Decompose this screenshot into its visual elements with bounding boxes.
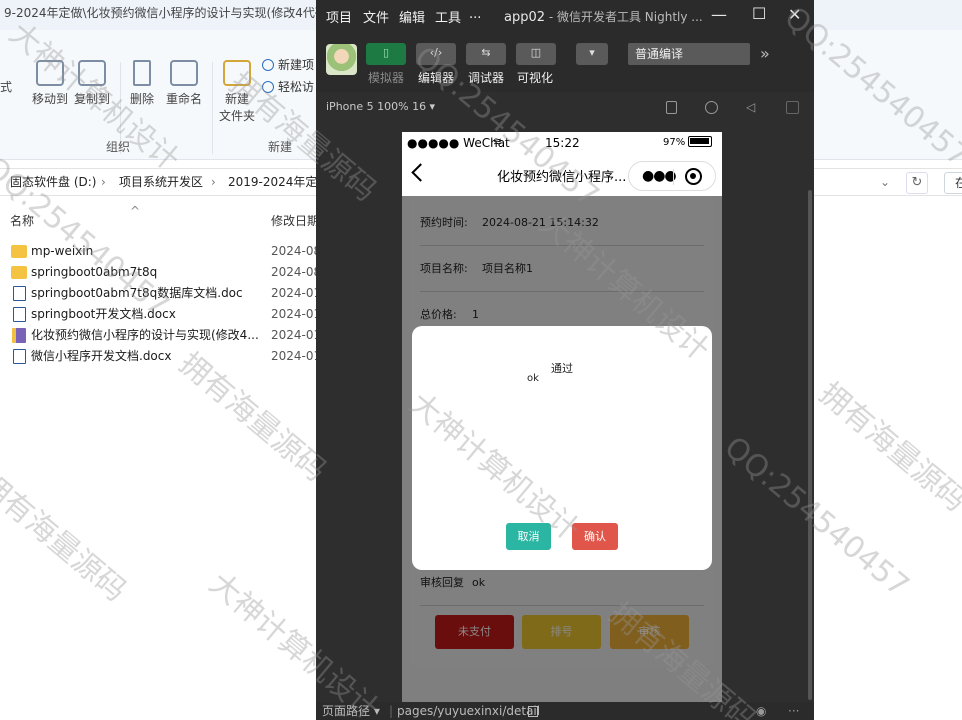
copy-to-icon [78, 60, 106, 86]
cancel-button[interactable]: 取消 [506, 523, 551, 550]
clock: 15:22 [545, 136, 580, 150]
more-dots-icon[interactable]: ●●● [642, 168, 677, 184]
new-folder-icon [223, 60, 251, 86]
back-arrow-icon[interactable] [411, 163, 430, 182]
status-bar: ●●●●● WeChat ≋ 15:22 97% [402, 132, 722, 154]
easy-access-icon [262, 81, 274, 93]
archive-icon [12, 328, 26, 343]
breadcrumb-drive[interactable]: 固态软件盘 (D:) [10, 169, 96, 195]
review-modal: 通过 ok 取消 确认 [412, 326, 712, 570]
app-title: app02 - 微信开发者工具 Nightly ... [504, 10, 703, 25]
menu-project[interactable]: 项目 [326, 7, 352, 26]
field-row: 预约时间: 2024-08-21 15:14:32 [420, 200, 704, 246]
more-icon[interactable]: » [760, 44, 770, 63]
page-title: 化妆预约微信小程序... [497, 170, 627, 185]
debugger-button[interactable]: ⇆ [466, 43, 506, 65]
folder-icon [11, 266, 27, 279]
menu-file[interactable]: 文件 [363, 7, 389, 26]
word-doc-icon [13, 349, 26, 364]
capsule-menu[interactable]: ●●● [628, 161, 716, 191]
delete-button[interactable]: 删除 [128, 60, 156, 107]
simulator-button[interactable]: ▯ [366, 43, 406, 65]
new-item-button[interactable]: 新建项 [262, 56, 314, 73]
word-doc-icon [13, 286, 26, 301]
minimize-icon[interactable]: — [711, 5, 727, 24]
maximize-icon[interactable]: ☐ [752, 4, 766, 23]
menu-more[interactable]: ... [469, 7, 481, 22]
visual-button[interactable]: ◫ [516, 43, 556, 65]
page-path-label[interactable]: 页面路径 ▾ [322, 702, 380, 720]
phone-icon[interactable] [666, 101, 677, 114]
battery-icon [688, 136, 712, 147]
move-to-icon [36, 60, 64, 86]
battery-percent: 97% [663, 137, 686, 148]
folder-icon [11, 245, 27, 258]
word-doc-icon [13, 307, 26, 322]
debugger-label: 调试器 [468, 71, 505, 85]
simulator-label: 模拟器 [368, 71, 405, 85]
group-organize-label: 组织 [106, 140, 131, 154]
field-row: 项目名称: 项目名称1 [420, 246, 704, 292]
scrollbar[interactable] [808, 190, 812, 700]
unpaid-button[interactable]: 未支付 [435, 615, 514, 649]
editor-label: 编辑器 [418, 71, 455, 85]
eye-icon[interactable]: ◉ [756, 702, 766, 720]
more-icon[interactable]: ··· [788, 702, 799, 720]
menu-edit[interactable]: 编辑 [399, 7, 425, 26]
simulator-subbar: iPhone 5 100% 16 ▾ ◁ [316, 96, 814, 118]
ribbon-separator [212, 62, 213, 154]
plus-circle-icon [262, 59, 274, 71]
record-icon[interactable] [705, 101, 718, 114]
review-button[interactable]: 审核 [610, 615, 689, 649]
search-input[interactable]: 在 [944, 172, 962, 194]
popout-icon[interactable] [786, 101, 799, 114]
modal-title: 通过 [551, 362, 573, 375]
close-miniprogram-icon[interactable] [685, 168, 702, 185]
nav-bar: 化妆预约微信小程序... ●●● [402, 154, 722, 196]
chevron-right-icon: › [101, 175, 106, 189]
device-select[interactable]: iPhone 5 100% 16 ▾ [326, 96, 435, 118]
group-new-label: 新建 [268, 140, 293, 154]
confirm-button[interactable]: 确认 [572, 523, 618, 550]
divider: | [389, 704, 394, 718]
visual-label: 可视化 [517, 71, 554, 85]
mode-dropdown[interactable]: ▾ [576, 43, 608, 65]
queue-number-button[interactable]: 排号 [522, 615, 601, 649]
rename-button[interactable]: 重命名 [164, 60, 204, 107]
sound-icon[interactable]: ◁ [746, 96, 755, 118]
compile-mode-select[interactable]: 普通编译 [628, 43, 750, 65]
devtools-toolbar: ▯ ‹/› ⇆ ◫ ▾ 模拟器 编辑器 调试器 可视化 普通编译 » [316, 32, 814, 92]
trash-icon [133, 60, 151, 86]
editor-button[interactable]: ‹/› [416, 43, 456, 65]
avatar[interactable] [326, 44, 357, 75]
capsule-divider [673, 169, 674, 185]
new-folder-button[interactable]: 新建 文件夹 [218, 60, 256, 124]
breadcrumb-folder[interactable]: 项目系统开发区 [119, 169, 203, 195]
breadcrumb-subfolder[interactable]: 2019-2024年定做 [228, 169, 329, 195]
format-fragment: 式 [0, 80, 13, 94]
copy-to-button[interactable]: 复制到 [74, 60, 110, 107]
wifi-icon: ≋ [493, 135, 503, 148]
page-path-value: pages/yuyuexinxi/detail [397, 704, 541, 718]
easy-access-button[interactable]: 轻松访 [262, 78, 314, 95]
column-date-header[interactable]: 修改日期 [271, 212, 319, 229]
chevron-right-icon: › [211, 175, 216, 189]
watermark-text: 拥有海量源码 [812, 376, 962, 519]
close-icon[interactable]: ✕ [788, 5, 801, 24]
chevron-down-icon[interactable]: ⌄ [880, 169, 890, 195]
sort-arrow-icon: ^ [130, 204, 141, 218]
devtools-bottom-bar: 页面路径 ▾ | pages/yuyuexinxi/detail ◉ ··· [316, 702, 814, 720]
copy-icon[interactable] [528, 706, 538, 717]
menu-tools[interactable]: 工具 [435, 7, 461, 26]
move-to-button[interactable]: 移动到 [32, 60, 68, 107]
devtools-title-bar: 项目 文件 编辑 工具 ... app02 - 微信开发者工具 Nightly … [316, 0, 814, 32]
rename-icon [170, 60, 198, 86]
column-name-header[interactable]: 名称 [10, 212, 34, 229]
watermark-text: 拥有海量源码 [0, 466, 133, 609]
modal-text: ok [527, 373, 539, 384]
refresh-button[interactable]: ↻ [906, 172, 928, 194]
